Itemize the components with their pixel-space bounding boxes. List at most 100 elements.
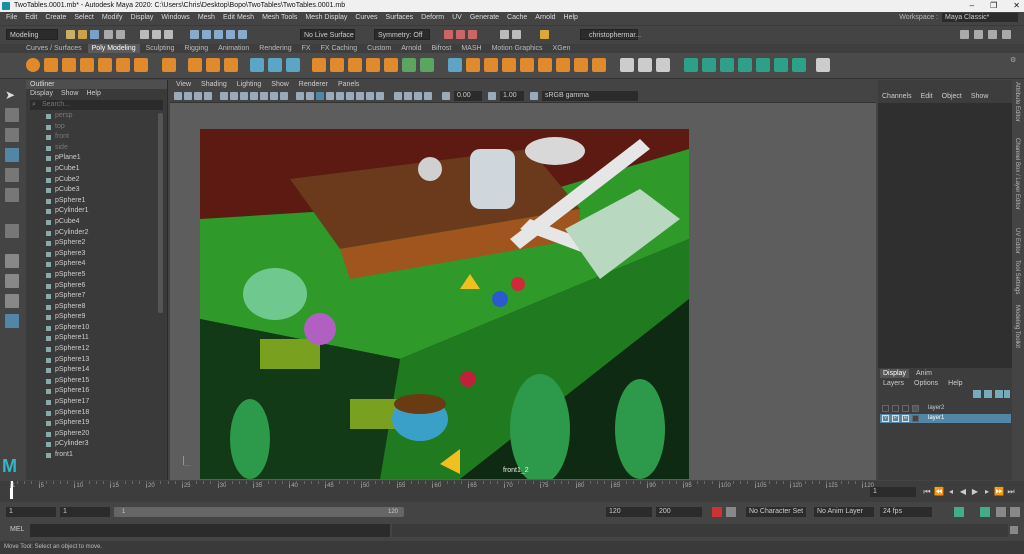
outliner-item[interactable]: pCylinder1 <box>26 206 167 217</box>
platonic-solid-icon[interactable] <box>162 58 176 72</box>
channel-menu-channels[interactable]: Channels <box>882 93 912 100</box>
bevel-edge-icon[interactable] <box>502 58 516 72</box>
select-component-icon[interactable] <box>164 30 173 39</box>
render-settings-icon[interactable] <box>468 30 477 39</box>
shelf-tab-custom[interactable]: Custom <box>363 44 395 53</box>
poly-cube-icon[interactable] <box>44 58 58 72</box>
rotate-tool-icon[interactable] <box>5 168 19 182</box>
outliner-camera-item[interactable]: top <box>26 122 167 133</box>
bevel-icon[interactable] <box>484 58 498 72</box>
channel-menu-object[interactable]: Object <box>942 93 962 100</box>
character-icon[interactable] <box>1010 507 1020 517</box>
outliner-item[interactable]: pSphere9 <box>26 312 167 323</box>
anim-layer-dropdown[interactable]: No Anim Layer <box>814 507 874 517</box>
layer-color-swatch[interactable] <box>912 405 919 412</box>
play-backwards-icon[interactable]: ◀ <box>958 487 968 497</box>
select-object-icon[interactable] <box>152 30 161 39</box>
step-back-frame-icon[interactable]: ◂ <box>946 487 956 497</box>
lasso-tool-icon[interactable] <box>5 108 19 122</box>
snap-point-icon[interactable] <box>214 30 223 39</box>
menu-mesh-display[interactable]: Mesh Display <box>305 12 347 24</box>
extrude-icon[interactable] <box>448 58 462 72</box>
wireframe-icon[interactable] <box>296 92 304 100</box>
side-tab-attribute-editor[interactable]: Attribute Editor <box>1014 82 1020 122</box>
move-tool-icon[interactable] <box>5 148 19 162</box>
camera-attributes-icon[interactable] <box>184 92 192 100</box>
gamma-field[interactable]: 1.00 <box>500 91 524 101</box>
outliner-camera-item[interactable]: persp <box>26 111 167 122</box>
shelf-tab-fx[interactable]: FX <box>298 44 315 53</box>
mel-label[interactable]: MEL <box>10 526 24 533</box>
boolean-difference-icon[interactable] <box>330 58 344 72</box>
two-panel-layout-icon[interactable] <box>5 294 19 308</box>
super-shape-icon[interactable] <box>188 58 202 72</box>
layer-visibility-toggle[interactable]: V <box>882 415 889 422</box>
shelf-gear-icon[interactable]: ⚙ <box>1010 56 1016 64</box>
menu-mesh-tools[interactable]: Mesh Tools <box>262 12 297 24</box>
wireframe-on-shaded-icon[interactable] <box>316 92 324 100</box>
step-forward-key-icon[interactable]: ⏩ <box>994 487 1004 497</box>
outliner-item[interactable]: pSphere15 <box>26 376 167 387</box>
menu-select[interactable]: Select <box>74 12 93 24</box>
new-scene-icon[interactable] <box>66 30 75 39</box>
shelf-tab-sculpting[interactable]: Sculpting <box>142 44 179 53</box>
poly-sphere-icon[interactable] <box>26 58 40 72</box>
open-scene-icon[interactable] <box>78 30 87 39</box>
outliner-camera-item[interactable]: side <box>26 143 167 154</box>
poly-cone-icon[interactable] <box>80 58 94 72</box>
sidebar-toggle-icon-3[interactable] <box>988 30 997 39</box>
single-perspective-layout-icon[interactable] <box>5 254 19 268</box>
uv-unfold-icon[interactable] <box>402 58 416 72</box>
outliner-item[interactable]: pSphere4 <box>26 259 167 270</box>
outliner-item[interactable]: pSphere2 <box>26 238 167 249</box>
outliner-camera-item[interactable]: front <box>26 132 167 143</box>
current-frame-field[interactable]: 1 <box>870 487 916 497</box>
outliner-item[interactable]: pSphere3 <box>26 249 167 260</box>
outliner-item[interactable]: pSphere16 <box>26 386 167 397</box>
fps-dropdown[interactable]: 24 fps <box>880 507 932 517</box>
outliner-item[interactable]: pCube1 <box>26 164 167 175</box>
select-tool-icon[interactable]: ➤ <box>5 88 19 102</box>
outliner-item[interactable]: pSphere10 <box>26 323 167 334</box>
outliner-item[interactable]: pCube2 <box>26 175 167 186</box>
exposure-field[interactable]: 0.00 <box>454 91 482 101</box>
layer-reference-toggle[interactable]: R <box>902 415 909 422</box>
isolate-select-icon[interactable] <box>394 92 402 100</box>
layer-row[interactable]: layer2 <box>880 404 1011 413</box>
outliner-item[interactable]: pCube4 <box>26 217 167 228</box>
shelf-tab-arnold[interactable]: Arnold <box>397 44 425 53</box>
outliner-item[interactable]: pSphere12 <box>26 344 167 355</box>
close-button[interactable]: ✕ <box>1013 0 1020 12</box>
menu-display[interactable]: Display <box>130 12 153 24</box>
xray-icon[interactable] <box>404 92 412 100</box>
new-layer-selected-icon[interactable] <box>1004 390 1010 398</box>
character-set-icon[interactable] <box>726 507 736 517</box>
reduce-icon[interactable] <box>738 58 752 72</box>
live-surface-field[interactable]: No Live Surface <box>300 29 355 40</box>
menu-set-dropdown[interactable]: Modeling <box>6 29 58 40</box>
step-forward-frame-icon[interactable]: ▸ <box>982 487 992 497</box>
layer-tab-anim[interactable]: Anim <box>913 369 935 378</box>
viewport-scene[interactable] <box>200 129 689 479</box>
redo-icon[interactable] <box>116 30 125 39</box>
poly-plane-icon[interactable] <box>116 58 130 72</box>
outliner-layout-icon[interactable] <box>5 314 19 328</box>
outliner-item[interactable]: pPlane1 <box>26 153 167 164</box>
append-polygon-icon[interactable] <box>520 58 534 72</box>
playback-end-field[interactable]: 120 <box>606 507 652 517</box>
layer-color-swatch[interactable] <box>912 415 919 422</box>
bridge-icon[interactable] <box>466 58 480 72</box>
triangulate-icon[interactable] <box>792 58 806 72</box>
menu-surfaces[interactable]: Surfaces <box>386 12 414 24</box>
poke-icon[interactable] <box>592 58 606 72</box>
shelf-tab-animation[interactable]: Animation <box>214 44 253 53</box>
range-slider[interactable]: 1 120 <box>114 507 404 517</box>
boolean-intersection-icon[interactable] <box>348 58 362 72</box>
gamma-icon[interactable] <box>488 92 496 100</box>
separate-icon[interactable] <box>268 58 282 72</box>
anti-aliasing-icon[interactable] <box>366 92 374 100</box>
character-set-dropdown[interactable]: No Character Set <box>746 507 806 517</box>
image-plane-icon[interactable] <box>204 92 212 100</box>
layer-up-icon[interactable] <box>973 390 981 398</box>
menu-edit-mesh[interactable]: Edit Mesh <box>223 12 254 24</box>
